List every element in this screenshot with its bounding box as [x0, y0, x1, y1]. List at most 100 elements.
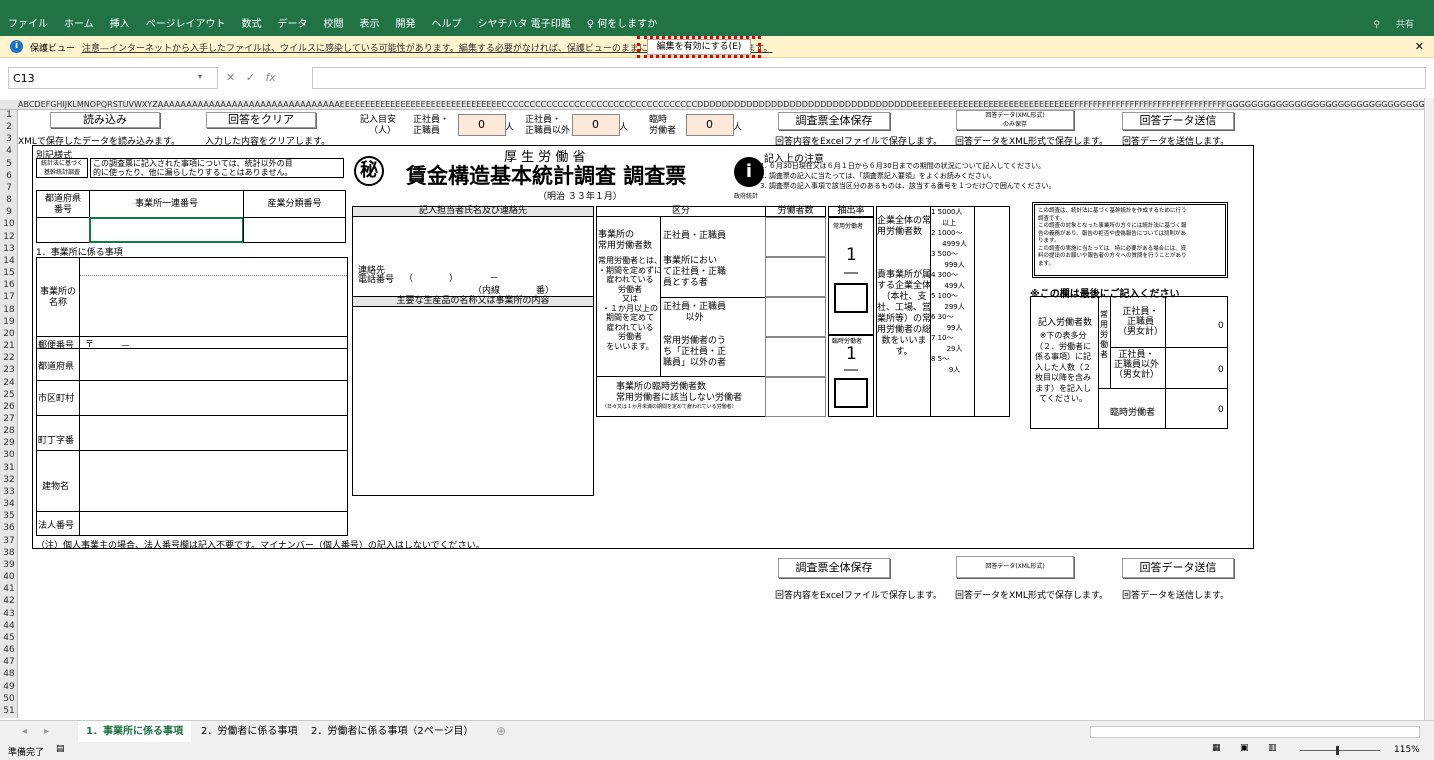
row-number[interactable]: 2 [0, 123, 18, 132]
row-number[interactable]: 50 [0, 694, 18, 704]
row-number[interactable]: 6 [0, 171, 18, 181]
ribbon-tab-formulas[interactable]: 数式 [242, 15, 262, 30]
ribbon-tab-data[interactable]: データ [278, 15, 308, 30]
ratio-temp-input[interactable] [834, 378, 868, 408]
save-all-button[interactable]: 調査票全体保存 [778, 112, 890, 130]
row-number[interactable]: 30 [0, 451, 18, 460]
cancel-icon[interactable]: ✕ [226, 71, 235, 84]
row-number[interactable]: 8 [0, 196, 18, 205]
count-input-4[interactable] [765, 337, 826, 377]
row-number[interactable]: 43 [0, 609, 18, 619]
count-input-temp[interactable] [765, 377, 826, 417]
share-button[interactable]: ⚲ 共有 [1365, 17, 1422, 30]
save-xml-button[interactable]: 回答データ(XML形式) のみ保存 [956, 110, 1074, 130]
row-number[interactable]: 35 [0, 512, 18, 521]
row-header[interactable]: 1 2 3 4 5 6 7 8 9 10 12 13 14 15 16 17 18 19 20 21 22 23 24 25 2… [0, 110, 18, 718]
ribbon-tab-view[interactable]: 表示 [360, 15, 380, 30]
row-number[interactable]: 25 [0, 390, 18, 400]
send-data-button[interactable]: 回答データ送信 [1122, 112, 1234, 130]
row-number[interactable]: 46 [0, 646, 18, 655]
row-number[interactable]: 15 [0, 269, 18, 278]
tab-worker-info[interactable]: 2．労働者に係る事項 [193, 721, 305, 742]
ribbon-tab-developer[interactable]: 開発 [396, 15, 416, 30]
name-box[interactable]: C13 [8, 67, 218, 89]
row-number[interactable]: 44 [0, 621, 18, 631]
tab-worker-info-page2[interactable]: 2．労働者に係る事項（2ページ目） [303, 721, 482, 742]
vertical-scrollbar[interactable] [1424, 98, 1434, 720]
row-number[interactable]: 37 [0, 536, 18, 546]
row-number[interactable]: 28 [0, 427, 18, 436]
extension-input[interactable]: （内線 番） [473, 283, 554, 296]
row-number[interactable]: 10 [0, 220, 18, 229]
count-input-3[interactable] [765, 297, 826, 337]
row-number[interactable]: 22 [0, 354, 18, 363]
zoom-slider[interactable] [1300, 750, 1380, 751]
row-number[interactable]: 32 [0, 475, 18, 485]
row-number[interactable]: 19 [0, 317, 18, 327]
ribbon-tab-layout[interactable]: ページレイアウト [146, 15, 226, 30]
row-number[interactable]: 49 [0, 682, 18, 692]
horizontal-scrollbar[interactable] [1090, 726, 1420, 738]
row-number[interactable]: 4 [0, 147, 18, 156]
row-number[interactable]: 26 [0, 402, 18, 412]
count-input-1[interactable] [765, 217, 826, 257]
row-number[interactable]: 36 [0, 524, 18, 533]
enterprise-size-options[interactable]: 1 5000人 以上 2 1000～ 4999人 3 500～ 999人 4 3… [931, 207, 967, 375]
macro-record-icon[interactable]: ▤ [56, 744, 65, 754]
row-number[interactable]: 14 [0, 256, 18, 266]
row-number[interactable]: 23 [0, 366, 18, 375]
row-number[interactable]: 51 [0, 706, 18, 716]
ribbon-tab-help[interactable]: ヘルプ [432, 15, 462, 30]
fx-icon[interactable]: fx [265, 71, 275, 84]
row-number[interactable]: 16 [0, 281, 18, 290]
clear-button[interactable]: 回答をクリア [206, 112, 316, 128]
row-number[interactable]: 39 [0, 560, 18, 570]
row-number[interactable]: 5 [0, 159, 18, 169]
office-number-input[interactable] [89, 217, 244, 243]
page-layout-icon[interactable]: ▣ [1240, 743, 1249, 753]
row-number[interactable]: 7 [0, 183, 18, 193]
zoom-slider-thumb[interactable] [1336, 746, 1339, 755]
row-number[interactable]: 38 [0, 548, 18, 558]
worksheet[interactable]: 読み込み XMLで保存したデータを読み込みます。 回答をクリア 入力した内容をク… [18, 110, 1424, 718]
tab-office-info[interactable]: 1．事業所に係る事項 [78, 721, 191, 744]
normal-view-icon[interactable]: ▦ [1212, 743, 1221, 753]
count-input-2[interactable] [765, 257, 826, 297]
row-number[interactable]: 3 [0, 135, 18, 144]
ribbon-tab-review[interactable]: 校閲 [324, 15, 344, 30]
row-number[interactable]: 24 [0, 378, 18, 388]
column-header[interactable]: ABCDEFGHIJKLMNOPQRSTUVWXYZAAAAAAAAAAAAAA… [0, 100, 1434, 110]
enable-editing-button[interactable]: 編集を有効にする(E) [647, 39, 751, 55]
row-number[interactable]: 17 [0, 293, 18, 302]
industry-code-input[interactable] [243, 217, 346, 243]
bottom-save-all-button[interactable]: 調査票全体保存 [778, 558, 890, 578]
load-button[interactable]: 読み込み [50, 112, 160, 128]
row-number[interactable]: 40 [0, 573, 18, 582]
add-sheet-icon[interactable]: ⊕ [496, 724, 506, 738]
ribbon-tab-insert[interactable]: 挿入 [110, 15, 130, 30]
chevron-down-icon[interactable]: ▾ [198, 72, 202, 81]
row-number[interactable]: 48 [0, 670, 18, 679]
row-number[interactable]: 1 [0, 111, 18, 120]
row-number[interactable]: 27 [0, 415, 18, 424]
row-number[interactable]: 34 [0, 500, 18, 509]
bottom-send-data-button[interactable]: 回答データ送信 [1122, 558, 1234, 578]
ratio-regular-input[interactable] [834, 283, 868, 313]
pref-code-input[interactable] [36, 217, 90, 243]
formula-input[interactable] [312, 67, 1426, 89]
row-number[interactable]: 42 [0, 597, 18, 606]
row-number[interactable]: 18 [0, 305, 18, 315]
check-icon[interactable]: ✓ [246, 71, 255, 84]
page-break-icon[interactable]: ▥ [1268, 743, 1277, 753]
tab-scroll-right-icon[interactable]: ▸ [44, 726, 49, 737]
close-icon[interactable]: ✕ [1415, 40, 1424, 53]
row-number[interactable]: 33 [0, 487, 18, 497]
bottom-save-xml-button[interactable]: 回答データ(XML形式) [956, 556, 1074, 578]
row-number[interactable]: 29 [0, 439, 18, 448]
tab-scroll-left-icon[interactable]: ◂ [22, 726, 27, 737]
row-number[interactable]: 41 [0, 585, 18, 594]
ribbon-tab-shachihata[interactable]: シヤチハタ 電子印鑑 [478, 15, 571, 30]
zoom-level[interactable]: 115% [1394, 745, 1420, 755]
row-number[interactable]: 47 [0, 658, 18, 667]
row-number[interactable]: 12 [0, 232, 18, 242]
